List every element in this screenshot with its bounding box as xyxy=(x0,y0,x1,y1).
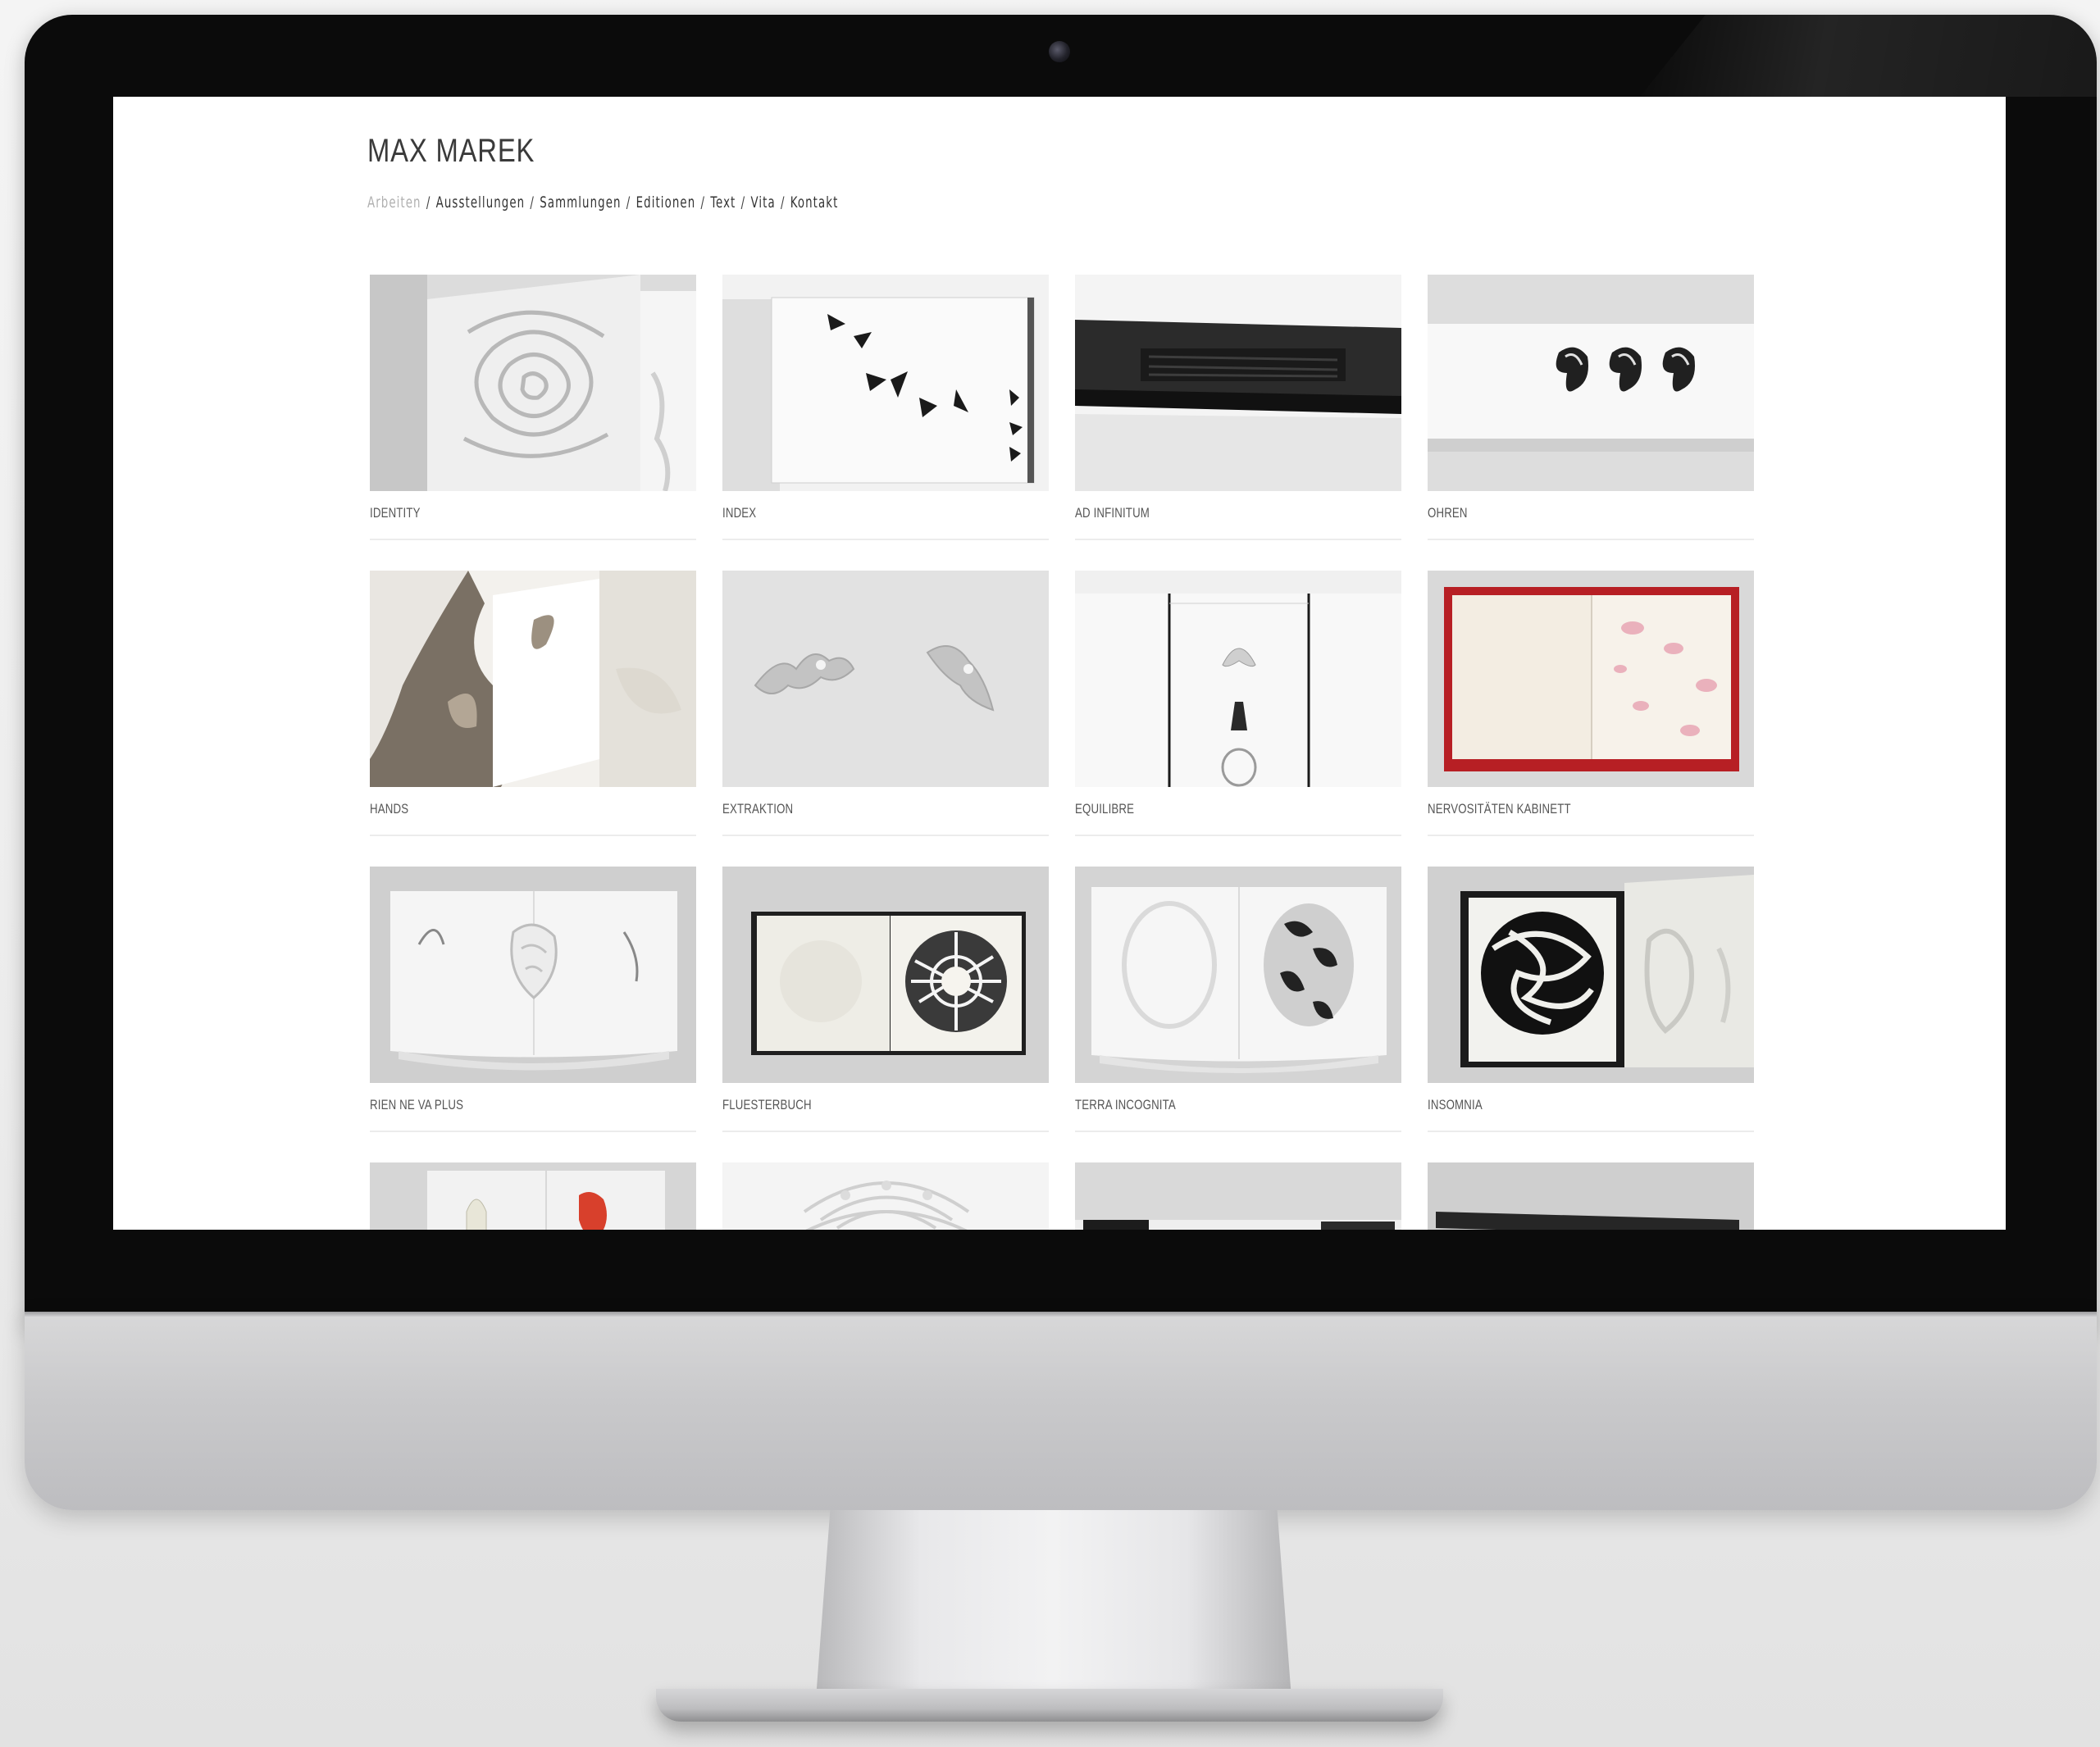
nav-separator: / xyxy=(700,193,706,212)
work-thumbnail[interactable] xyxy=(1075,275,1401,491)
work-thumbnail[interactable] xyxy=(1428,571,1754,787)
work-title[interactable]: AD INFINITUM xyxy=(1075,505,1329,521)
work-card[interactable]: AD INFINITUM xyxy=(1075,275,1401,571)
work-card[interactable]: TERRA INCOGNITA xyxy=(1075,867,1401,1162)
nav-item-kontakt[interactable]: Kontakt xyxy=(790,193,839,212)
webcam-icon xyxy=(1049,41,1070,62)
card-divider xyxy=(1075,539,1401,540)
work-card[interactable] xyxy=(1428,1162,1754,1230)
work-thumbnail[interactable] xyxy=(370,1162,696,1230)
work-card[interactable]: OHREN xyxy=(1428,275,1754,571)
work-card[interactable]: INSOMNIA xyxy=(1428,867,1754,1162)
card-divider xyxy=(370,835,696,836)
work-title[interactable]: OHREN xyxy=(1428,505,1682,521)
monitor-stand xyxy=(816,1510,1291,1699)
bezel-glare xyxy=(1640,15,2097,97)
card-divider xyxy=(1428,835,1754,836)
card-divider xyxy=(370,539,696,540)
work-thumbnail[interactable] xyxy=(370,571,696,787)
work-card[interactable]: INDEX xyxy=(722,275,1049,571)
work-thumbnail[interactable] xyxy=(1428,275,1754,491)
work-card[interactable]: NERVOSITÄTEN KABINETT xyxy=(1428,571,1754,867)
work-thumbnail[interactable] xyxy=(1075,867,1401,1083)
work-card[interactable] xyxy=(1075,1162,1401,1230)
work-title[interactable]: INSOMNIA xyxy=(1428,1097,1682,1113)
card-divider xyxy=(722,835,1049,836)
card-divider xyxy=(1075,835,1401,836)
monitor-stand-base xyxy=(656,1689,1443,1722)
work-title[interactable]: EXTRAKTION xyxy=(722,801,977,817)
work-thumbnail[interactable] xyxy=(722,275,1049,491)
card-divider xyxy=(1428,1131,1754,1132)
nav-item-editionen[interactable]: Editionen xyxy=(636,193,696,212)
work-card[interactable]: EQUILIBRE xyxy=(1075,571,1401,867)
work-card[interactable] xyxy=(370,1162,696,1230)
card-divider xyxy=(1075,1131,1401,1132)
work-card[interactable]: RIEN NE VA PLUS xyxy=(370,867,696,1162)
nav-separator: / xyxy=(530,193,535,212)
work-title[interactable]: INDEX xyxy=(722,505,977,521)
nav-separator: / xyxy=(426,193,431,212)
work-thumbnail[interactable] xyxy=(1428,1162,1754,1230)
work-title[interactable]: FLUESTERBUCH xyxy=(722,1097,977,1113)
work-title[interactable]: EQUILIBRE xyxy=(1075,801,1329,817)
work-thumbnail[interactable] xyxy=(722,571,1049,787)
nav-item-vita[interactable]: Vita xyxy=(750,193,775,212)
nav-separator: / xyxy=(626,193,631,212)
work-title[interactable]: IDENTITY xyxy=(370,505,624,521)
work-card[interactable]: FLUESTERBUCH xyxy=(722,867,1049,1162)
work-title[interactable]: NERVOSITÄTEN KABINETT xyxy=(1428,801,1682,817)
work-thumbnail[interactable] xyxy=(370,867,696,1083)
browser-screen: MAX MAREK Arbeiten / Ausstellungen / Sammlun… xyxy=(113,97,2006,1230)
work-title[interactable]: TERRA INCOGNITA xyxy=(1075,1097,1329,1113)
nav-item-text[interactable]: Text xyxy=(710,193,736,212)
main-nav: Arbeiten / Ausstellungen / Sammlungen / Editio… xyxy=(367,193,838,212)
work-card[interactable] xyxy=(722,1162,1049,1230)
card-divider xyxy=(370,1131,696,1132)
nav-item-arbeiten[interactable]: Arbeiten xyxy=(367,193,421,212)
nav-item-sammlungen[interactable]: Sammlungen xyxy=(540,193,621,212)
work-thumbnail[interactable] xyxy=(722,1162,1049,1230)
nav-item-ausstellungen[interactable]: Ausstellungen xyxy=(436,193,526,212)
card-divider xyxy=(722,1131,1049,1132)
work-thumbnail[interactable] xyxy=(1075,571,1401,787)
work-thumbnail[interactable] xyxy=(1075,1162,1401,1230)
monitor-chin xyxy=(25,1312,2097,1510)
card-divider xyxy=(722,539,1049,540)
work-thumbnail[interactable] xyxy=(1428,867,1754,1083)
works-grid: IDENTITY INDEX AD INFINITUM OHREN HANDS … xyxy=(370,275,1754,1230)
site-title[interactable]: MAX MAREK xyxy=(367,133,535,170)
work-card[interactable]: IDENTITY xyxy=(370,275,696,571)
work-card[interactable]: HANDS xyxy=(370,571,696,867)
nav-separator: / xyxy=(780,193,786,212)
work-thumbnail[interactable] xyxy=(370,275,696,491)
nav-separator: / xyxy=(740,193,746,212)
work-title[interactable]: RIEN NE VA PLUS xyxy=(370,1097,624,1113)
work-title[interactable]: HANDS xyxy=(370,801,624,817)
work-card[interactable]: EXTRAKTION xyxy=(722,571,1049,867)
work-thumbnail[interactable] xyxy=(722,867,1049,1083)
card-divider xyxy=(1428,539,1754,540)
